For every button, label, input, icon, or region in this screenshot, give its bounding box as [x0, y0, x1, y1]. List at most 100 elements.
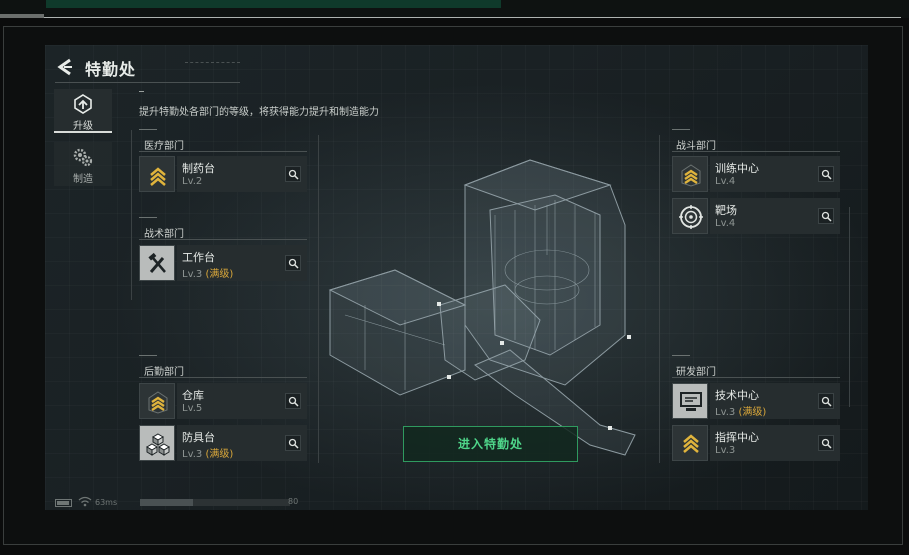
- top-bar: [0, 0, 909, 18]
- guide-line-left-2: [318, 135, 319, 463]
- top-bar-segment: [0, 14, 44, 18]
- facility-name: 靶场: [715, 204, 737, 217]
- inspect-button[interactable]: [285, 255, 301, 271]
- facility-level: Lv.2: [182, 176, 203, 187]
- tab-make[interactable]: 制造: [54, 142, 112, 186]
- ping-readout: 63ms: [95, 498, 118, 507]
- back-arrow-icon: [57, 58, 72, 76]
- facility-level: Lv.4: [715, 176, 736, 187]
- top-bar-highlight: [46, 0, 501, 8]
- target-icon: [679, 205, 703, 229]
- dept-divider: [139, 377, 307, 378]
- facility-card-shooting-range[interactable]: 靶场 Lv.4: [672, 198, 840, 234]
- facility-level: Lv.5: [182, 403, 203, 414]
- inspect-button[interactable]: [818, 393, 834, 409]
- status-progress-bar: [140, 499, 290, 506]
- facility-icon-box: [139, 425, 175, 461]
- facility-icon-box: [139, 245, 175, 281]
- facility-card-training-center[interactable]: 训练中心 Lv.4: [672, 156, 840, 192]
- tab-upgrade-label: 升级: [73, 121, 93, 132]
- max-level-tag: (满级): [738, 407, 767, 418]
- facility-name: 制药台: [182, 162, 215, 175]
- facility-name: 指挥中心: [715, 431, 759, 444]
- facility-icon-box: [672, 156, 708, 192]
- search-icon: [821, 396, 832, 407]
- base-wireframe-model: [328, 159, 636, 456]
- rank-chevron-icon: [683, 434, 699, 453]
- inspect-button[interactable]: [285, 435, 301, 451]
- facility-card-armor-bench[interactable]: 防具台 Lv.3 (满级): [139, 425, 307, 461]
- facility-level: Lv.3 (满级): [715, 407, 767, 418]
- rank-chevron-icon: [148, 391, 168, 414]
- dept-title-logistics: 后勤部门: [144, 367, 184, 378]
- dept-tick: [672, 355, 690, 356]
- facility-icon-box: [672, 425, 708, 461]
- facility-card-pharmacy[interactable]: 制药台 Lv.2: [139, 156, 307, 192]
- facility-icon-box: [672, 198, 708, 234]
- inspect-button[interactable]: [818, 435, 834, 451]
- max-level-tag: (满级): [205, 269, 234, 280]
- facility-card-body: 制药台 Lv.2: [177, 156, 307, 192]
- search-icon: [821, 438, 832, 449]
- search-icon: [288, 258, 299, 269]
- subtitle-mark: [139, 91, 144, 92]
- facility-card-body: 指挥中心 Lv.3: [710, 425, 840, 461]
- facility-card-body: 仓库 Lv.5: [177, 383, 307, 419]
- facility-card-body: 靶场 Lv.4: [710, 198, 840, 234]
- back-button[interactable]: [55, 57, 75, 77]
- facility-card-body: 防具台 Lv.3 (满级): [177, 425, 307, 461]
- dept-tick: [139, 217, 157, 218]
- computer-icon: [680, 392, 702, 411]
- search-icon: [288, 396, 299, 407]
- dept-title-combat: 战斗部门: [676, 141, 716, 152]
- facility-card-body: 技术中心 Lv.3 (满级): [710, 383, 840, 419]
- search-icon: [288, 169, 299, 180]
- upgrade-icon: [74, 94, 92, 114]
- tab-upgrade[interactable]: 升级: [54, 89, 112, 133]
- gears-icon: [73, 148, 93, 167]
- facility-card-workbench[interactable]: 工作台 Lv.3 (满级): [139, 245, 307, 281]
- guide-line-right: [659, 135, 660, 463]
- search-icon: [288, 438, 299, 449]
- dept-divider: [672, 151, 840, 152]
- facility-card-tech-center[interactable]: 技术中心 Lv.3 (满级): [672, 383, 840, 419]
- facility-card-body: 训练中心 Lv.4: [710, 156, 840, 192]
- inspect-button[interactable]: [285, 393, 301, 409]
- facility-level: Lv.3 (满级): [182, 449, 234, 460]
- facility-level: Lv.3 (满级): [182, 269, 234, 280]
- dept-tick: [139, 129, 157, 130]
- dept-title-tactical: 战术部门: [144, 229, 184, 240]
- guide-line-right-2: [849, 207, 850, 407]
- inspect-button[interactable]: [818, 208, 834, 224]
- wifi-icon: [78, 496, 92, 507]
- enter-facility-button[interactable]: 进入特勤处: [403, 426, 578, 462]
- tools-icon: [148, 252, 166, 273]
- dept-tick: [139, 355, 157, 356]
- tab-make-label: 制造: [73, 174, 93, 185]
- dept-tick: [672, 129, 690, 130]
- facility-name: 训练中心: [715, 162, 759, 175]
- facility-name: 工作台: [182, 251, 215, 264]
- inspect-button[interactable]: [285, 166, 301, 182]
- facility-card-command-center[interactable]: 指挥中心 Lv.3: [672, 425, 840, 461]
- facility-level: Lv.3: [715, 445, 736, 456]
- cubes-icon: [146, 433, 170, 456]
- header-divider: [55, 82, 240, 83]
- facility-level: Lv.4: [715, 218, 736, 229]
- dept-title-medical: 医疗部门: [144, 141, 184, 152]
- status-progress-value: 80: [288, 497, 299, 506]
- dept-title-research: 研发部门: [676, 367, 716, 378]
- dept-divider: [139, 151, 307, 152]
- facility-name: 技术中心: [715, 389, 759, 402]
- search-icon: [821, 169, 832, 180]
- dept-divider: [139, 239, 307, 240]
- facility-card-storage[interactable]: 仓库 Lv.5: [139, 383, 307, 419]
- battery-icon: [55, 499, 72, 507]
- top-bar-line: [44, 17, 901, 18]
- facility-name: 防具台: [182, 431, 215, 444]
- header-decoration: [185, 62, 240, 68]
- main-screen: 特勤处 升级 制造 提升特勤处各部门的等级，将获得能力提升和制造能力 医疗部门 …: [45, 45, 868, 510]
- max-level-tag: (满级): [205, 449, 234, 460]
- inspect-button[interactable]: [818, 166, 834, 182]
- facility-icon-box: [672, 383, 708, 419]
